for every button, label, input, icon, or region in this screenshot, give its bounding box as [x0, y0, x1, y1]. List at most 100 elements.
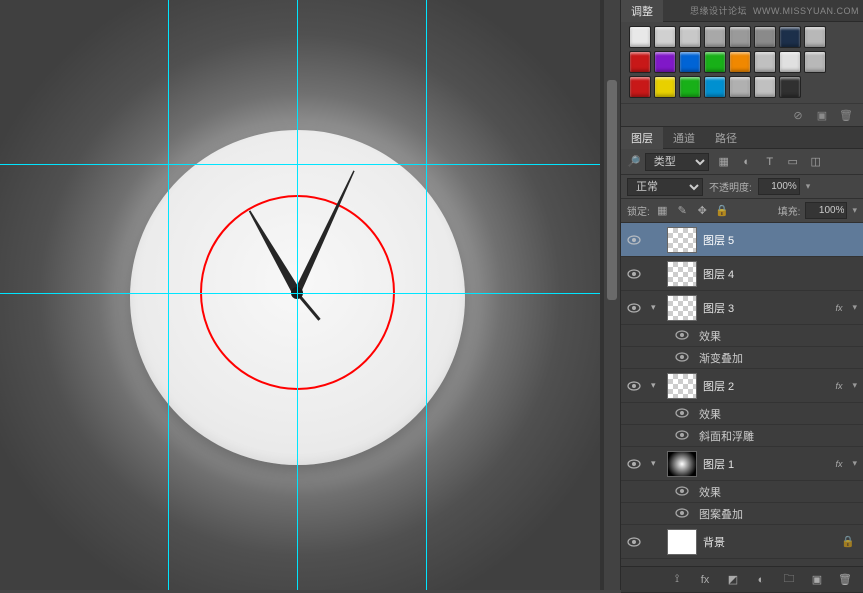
layer-name[interactable]: 图层 2	[703, 378, 829, 394]
chevron-down-icon[interactable]: ▾	[852, 302, 857, 313]
layer-row[interactable]: ▾ 图层 1 fx ▾	[621, 447, 863, 481]
layer-thumbnail[interactable]	[667, 261, 697, 287]
filter-type-icon[interactable]: T	[763, 155, 777, 169]
layer-name[interactable]: 背景	[703, 534, 835, 550]
vertical-scrollbar[interactable]	[604, 0, 620, 590]
blend-mode-select[interactable]: 正常	[627, 178, 703, 196]
layer-effect-row[interactable]: 斜面和浮雕	[621, 425, 863, 447]
style-swatch[interactable]	[729, 26, 751, 48]
layer-group-icon[interactable]: 🗀	[781, 572, 797, 588]
style-swatch[interactable]	[704, 26, 726, 48]
style-swatch[interactable]	[704, 76, 726, 98]
layer-row[interactable]: 图层 5	[621, 223, 863, 257]
style-swatch[interactable]	[729, 76, 751, 98]
no-style-icon[interactable]: ⊘	[791, 108, 805, 122]
guide-vertical[interactable]	[426, 0, 427, 590]
disclosure-triangle[interactable]: ▾	[651, 458, 661, 469]
disclosure-triangle[interactable]: ▾	[651, 380, 661, 391]
lock-all-icon[interactable]: 🔒	[715, 203, 730, 218]
tab-paths[interactable]: 路径	[705, 127, 747, 149]
visibility-toggle[interactable]	[623, 537, 645, 547]
effect-visibility-toggle[interactable]	[671, 507, 693, 521]
filter-smart-icon[interactable]: ◫	[809, 155, 823, 169]
chevron-down-icon[interactable]: ▾	[852, 205, 857, 216]
chevron-down-icon[interactable]: ▾	[806, 181, 811, 192]
layer-effect-row[interactable]: 效果	[621, 325, 863, 347]
layer-thumbnail[interactable]	[667, 451, 697, 477]
guide-horizontal[interactable]	[0, 293, 600, 294]
layer-effect-row[interactable]: 图案叠加	[621, 503, 863, 525]
layer-name[interactable]: 图层 5	[703, 232, 859, 248]
fill-input[interactable]	[805, 202, 847, 219]
canvas[interactable]	[0, 0, 600, 590]
style-swatch[interactable]	[779, 26, 801, 48]
style-swatch[interactable]	[654, 76, 676, 98]
guide-horizontal[interactable]	[0, 164, 600, 165]
tab-layers[interactable]: 图层	[621, 127, 663, 149]
chevron-down-icon[interactable]: ▾	[852, 458, 857, 469]
layer-effect-row[interactable]: 效果	[621, 403, 863, 425]
lock-position-icon[interactable]: ✥	[695, 203, 710, 218]
fx-badge[interactable]: fx	[835, 303, 842, 313]
style-swatch[interactable]	[654, 26, 676, 48]
style-swatch[interactable]	[654, 51, 676, 73]
style-swatch[interactable]	[804, 26, 826, 48]
effect-visibility-toggle[interactable]	[671, 329, 693, 343]
visibility-toggle[interactable]	[623, 269, 645, 279]
layer-mask-icon[interactable]: ◩	[725, 572, 741, 588]
guide-vertical[interactable]	[168, 0, 169, 590]
style-swatch[interactable]	[754, 51, 776, 73]
layer-name[interactable]: 图层 1	[703, 456, 829, 472]
canvas-area[interactable]	[0, 0, 620, 590]
effect-visibility-toggle[interactable]	[671, 429, 693, 443]
fx-badge[interactable]: fx	[835, 459, 842, 469]
tab-adjustments[interactable]: 调整	[621, 0, 663, 22]
filter-pixel-icon[interactable]: ▦	[717, 155, 731, 169]
tab-channels[interactable]: 通道	[663, 127, 705, 149]
opacity-input[interactable]	[758, 178, 800, 195]
layer-row[interactable]: 背景🔒	[621, 525, 863, 559]
effect-visibility-toggle[interactable]	[671, 351, 693, 365]
layer-name[interactable]: 图层 4	[703, 266, 859, 282]
fx-badge[interactable]: fx	[835, 381, 842, 391]
layer-row[interactable]: ▾ 图层 3 fx ▾	[621, 291, 863, 325]
lock-image-icon[interactable]: ✎	[675, 203, 690, 218]
chevron-down-icon[interactable]: ▾	[852, 380, 857, 391]
visibility-toggle[interactable]	[623, 459, 645, 469]
link-layers-icon[interactable]: ⟟	[669, 572, 685, 588]
layer-thumbnail[interactable]	[667, 295, 697, 321]
style-swatch[interactable]	[779, 51, 801, 73]
effect-visibility-toggle[interactable]	[671, 407, 693, 421]
effect-visibility-toggle[interactable]	[671, 485, 693, 499]
visibility-toggle[interactable]	[623, 381, 645, 391]
layer-row[interactable]: 图层 4	[621, 257, 863, 291]
layer-style-icon[interactable]: fx	[697, 572, 713, 588]
style-swatch[interactable]	[779, 76, 801, 98]
delete-style-icon[interactable]: 🗑	[839, 108, 853, 122]
style-swatch[interactable]	[679, 51, 701, 73]
style-swatch[interactable]	[629, 26, 651, 48]
disclosure-triangle[interactable]: ▾	[651, 302, 661, 313]
layer-effect-row[interactable]: 效果	[621, 481, 863, 503]
filter-kind-select[interactable]: 类型	[645, 153, 709, 171]
layer-thumbnail[interactable]	[667, 373, 697, 399]
lock-transparency-icon[interactable]: ▦	[655, 203, 670, 218]
filter-shape-icon[interactable]: ▭	[786, 155, 800, 169]
layer-effect-row[interactable]: 渐变叠加	[621, 347, 863, 369]
style-swatch[interactable]	[754, 76, 776, 98]
style-swatch[interactable]	[754, 26, 776, 48]
style-swatch[interactable]	[629, 51, 651, 73]
style-swatch[interactable]	[679, 76, 701, 98]
layer-thumbnail[interactable]	[667, 227, 697, 253]
new-style-icon[interactable]: ▣	[815, 108, 829, 122]
adjustment-layer-icon[interactable]: ◐	[753, 572, 769, 588]
style-swatch[interactable]	[679, 26, 701, 48]
new-layer-icon[interactable]: ▣	[809, 572, 825, 588]
layer-name[interactable]: 图层 3	[703, 300, 829, 316]
layer-thumbnail[interactable]	[667, 529, 697, 555]
filter-adjust-icon[interactable]: ◐	[740, 155, 754, 169]
visibility-toggle[interactable]	[623, 303, 645, 313]
style-swatch[interactable]	[729, 51, 751, 73]
layers-list[interactable]: 图层 5图层 4▾图层 3fx▾效果渐变叠加▾图层 2fx▾效果斜面和浮雕▾图层…	[621, 223, 863, 566]
layer-row[interactable]: ▾ 图层 2 fx ▾	[621, 369, 863, 403]
